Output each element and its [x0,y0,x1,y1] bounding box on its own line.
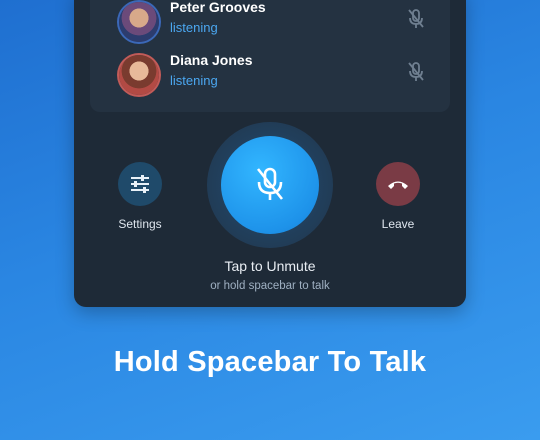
microphone-muted-icon [406,8,426,30]
microphone-muted-icon [256,167,284,200]
avatar[interactable] [119,2,159,42]
participant-status: listening [170,20,218,35]
voice-chat-panel: Peter Grooves listening Diana Jones list… [74,0,466,307]
settings-label: Settings [118,217,162,231]
microphone-muted-icon [406,61,426,83]
spacebar-hint: or hold spacebar to talk [210,280,330,292]
participant-name: Diana Jones [170,52,253,68]
participant-name: Peter Grooves [170,0,266,15]
participant-list: Peter Grooves listening Diana Jones list… [90,0,450,112]
participant-status: listening [170,73,218,88]
leave-button[interactable] [376,162,420,206]
unmute-button[interactable] [221,136,319,234]
sliders-icon [131,175,149,193]
leave-label: Leave [381,217,415,231]
settings-button[interactable] [118,162,162,206]
participant-row[interactable]: Diana Jones listening [102,51,442,101]
participant-row[interactable]: Peter Grooves listening [102,0,442,48]
unmute-button-halo [207,122,333,248]
hang-up-icon [388,181,408,189]
feature-caption: Hold Spacebar To Talk [113,346,427,378]
unmute-prompt: Tap to Unmute [224,258,316,274]
avatar[interactable] [119,55,159,95]
